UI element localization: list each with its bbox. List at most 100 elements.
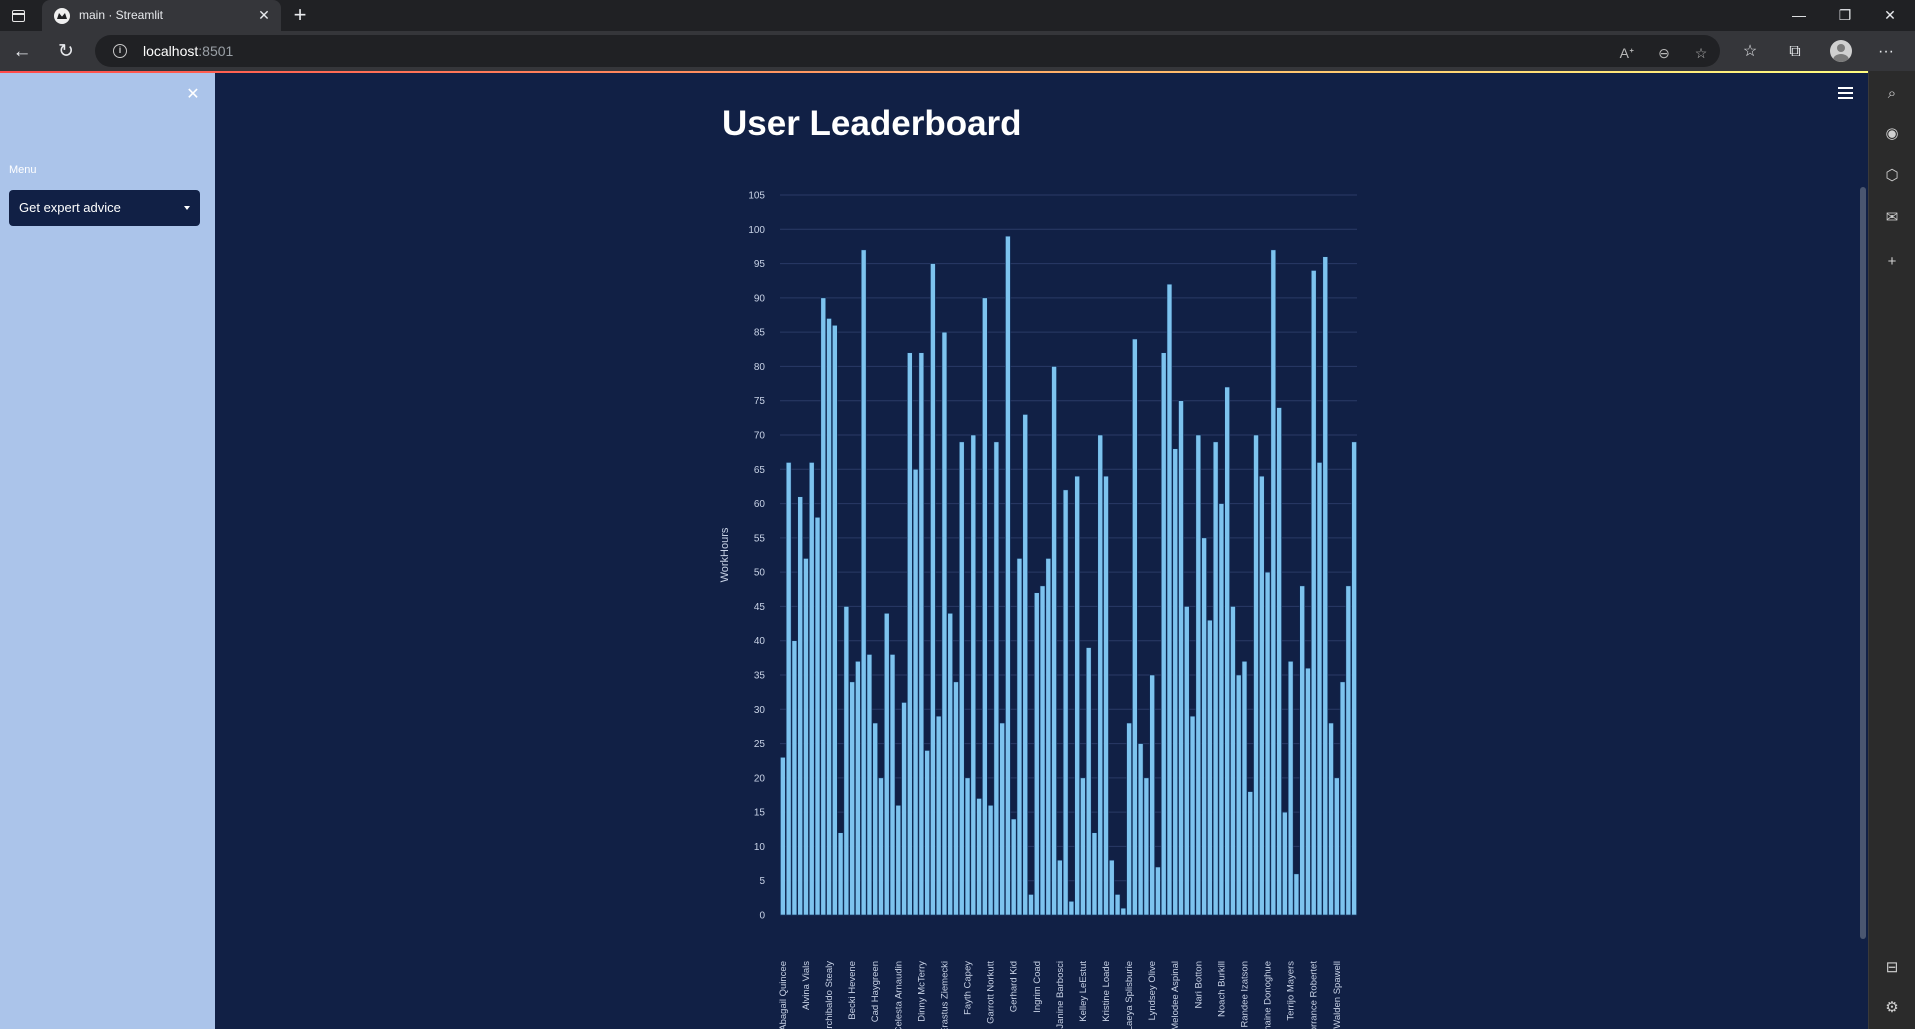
more-options-icon[interactable]: ··· [1874,40,1898,64]
bar[interactable] [1155,866,1161,916]
bar[interactable] [849,681,855,916]
bar[interactable] [1091,832,1098,916]
bar[interactable] [1010,818,1017,916]
bar[interactable] [872,722,878,916]
bar[interactable] [878,777,884,916]
bar[interactable] [1310,270,1317,916]
back-icon[interactable]: ← [9,39,35,65]
bar[interactable] [924,750,930,916]
bar[interactable] [912,468,919,916]
bar[interactable] [1149,674,1155,916]
bar[interactable] [1097,434,1104,916]
bar[interactable] [855,660,861,916]
main-menu-icon[interactable] [1838,87,1854,99]
bar[interactable] [860,249,867,916]
bar[interactable] [866,654,873,916]
window-close-icon[interactable]: ✕ [1868,0,1912,31]
add-sidebar-app-icon[interactable]: + [1881,251,1903,273]
bar[interactable] [1114,894,1121,916]
bar[interactable] [1230,606,1236,916]
discover-icon[interactable]: ◉ [1881,123,1903,145]
tab-actions-icon[interactable] [7,6,29,26]
bar[interactable] [953,681,959,916]
bar[interactable] [785,462,792,916]
hide-sidebar-icon[interactable]: ⊟ [1881,957,1903,979]
bar[interactable] [1080,777,1086,916]
bar[interactable] [1276,407,1282,916]
bar[interactable] [1270,249,1277,916]
bar[interactable] [808,462,815,916]
bar[interactable] [1028,894,1034,916]
browser-tab-active[interactable]: main · Streamlit ✕ [42,0,281,31]
tab-close-icon[interactable]: ✕ [255,6,273,24]
bar[interactable] [1132,338,1138,916]
bar[interactable] [1316,462,1323,916]
bar[interactable] [1183,606,1190,916]
bar[interactable] [820,297,827,916]
bar[interactable] [976,798,982,916]
bar[interactable] [837,832,844,916]
bar[interactable] [843,606,850,916]
bar[interactable] [1195,434,1202,916]
bar[interactable] [1247,791,1254,916]
bar[interactable] [1241,660,1248,916]
bar[interactable] [1172,448,1179,916]
bar[interactable] [1299,585,1305,916]
search-icon[interactable]: ⌕ [1881,83,1903,105]
bar[interactable] [1033,592,1040,916]
bar[interactable] [1339,681,1346,916]
outlook-icon[interactable]: ✉ [1881,207,1903,229]
bar[interactable] [1166,283,1173,916]
bar[interactable] [1005,235,1011,916]
bar[interactable] [780,756,786,916]
bar[interactable] [1178,400,1184,916]
bar[interactable] [1259,475,1265,916]
zoom-icon[interactable]: ⊖ [1654,43,1674,63]
reload-icon[interactable]: ↻ [53,39,79,65]
bar[interactable] [895,804,902,916]
bar[interactable] [1085,647,1092,916]
settings-icon[interactable]: ⚙ [1881,997,1903,1019]
bar[interactable] [1120,907,1127,916]
bar[interactable] [930,263,936,916]
bar[interactable] [970,434,977,916]
bar[interactable] [987,804,994,916]
bar[interactable] [1345,585,1352,916]
bar[interactable] [814,516,821,916]
bar[interactable] [1224,386,1230,916]
bar[interactable] [941,331,948,916]
bar[interactable] [1103,475,1109,916]
bar[interactable] [958,441,965,916]
collections-icon[interactable]: ⧉ [1783,40,1807,64]
site-info-icon[interactable]: i [113,44,127,58]
profile-avatar[interactable] [1830,40,1852,62]
bar[interactable] [935,715,942,916]
bar[interactable] [1218,503,1225,916]
bar[interactable] [1074,475,1080,916]
bar[interactable] [1201,537,1207,916]
bar[interactable] [982,297,988,916]
bar[interactable] [1062,489,1069,916]
bar[interactable] [1322,256,1329,916]
bar[interactable] [1287,660,1294,916]
new-tab-icon[interactable]: + [288,4,312,28]
bar[interactable] [1351,441,1357,916]
bar[interactable] [826,318,832,916]
bar[interactable] [797,496,803,916]
bar[interactable] [1264,571,1271,916]
page-scrollbar[interactable] [1860,187,1866,939]
bar[interactable] [883,612,890,916]
bar[interactable] [1253,434,1259,916]
sidebar-close-icon[interactable]: ✕ [184,86,202,104]
bar[interactable] [791,640,798,916]
restore-icon[interactable]: ❐ [1823,0,1867,31]
bar[interactable] [1235,674,1242,916]
bar[interactable] [1305,667,1311,916]
address-bar[interactable]: i localhost:8501 Aᐩ ⊖ ☆ [95,35,1720,67]
bar[interactable] [999,722,1005,916]
minimize-icon[interactable]: — [1777,0,1821,31]
bar[interactable] [918,352,925,916]
bar[interactable] [1068,900,1075,916]
tools-icon[interactable]: ⬡ [1881,165,1903,187]
bar[interactable] [889,654,896,916]
